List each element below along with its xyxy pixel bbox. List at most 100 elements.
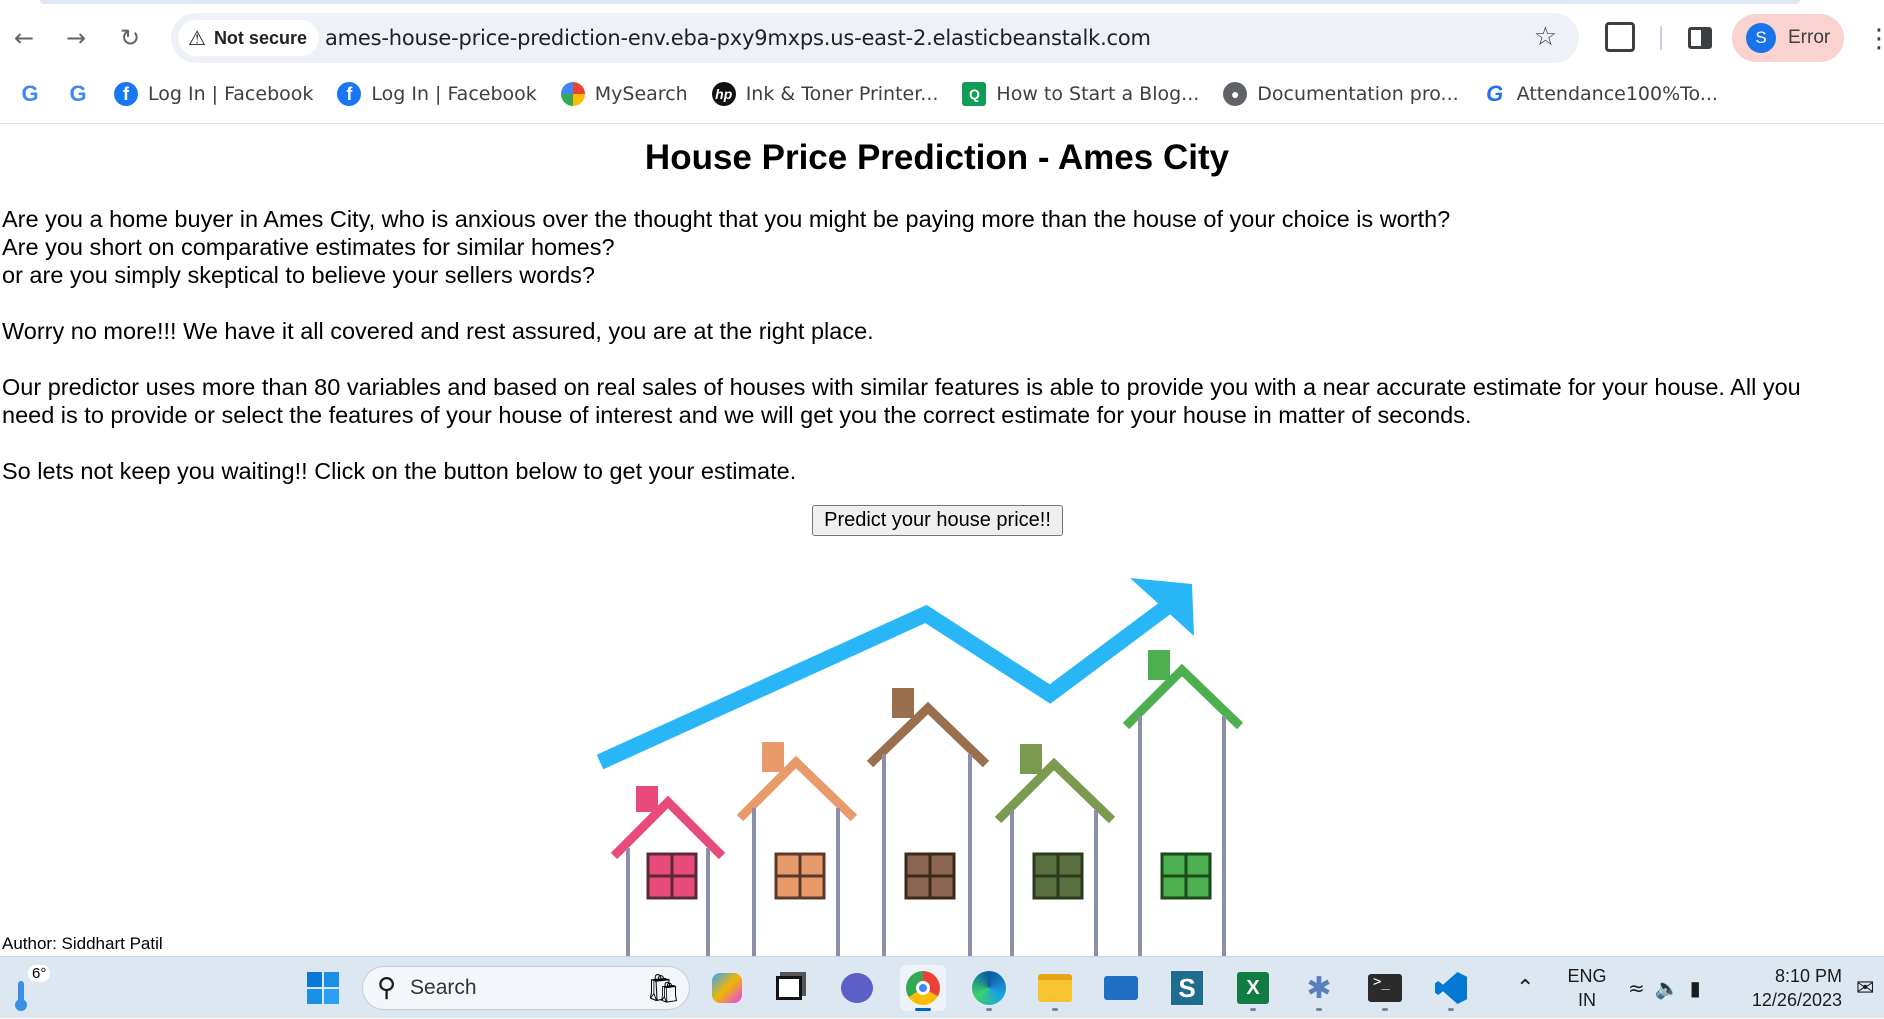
running-indicator bbox=[1052, 1008, 1058, 1011]
language-code: ENG bbox=[1567, 966, 1607, 986]
bookmark-label: Ink & Toner Printer... bbox=[745, 83, 939, 105]
taskbar-teams[interactable] bbox=[834, 965, 880, 1011]
side-panel-icon[interactable] bbox=[1688, 27, 1712, 49]
running-indicator bbox=[1316, 1008, 1322, 1011]
clock-date: 12/26/2023 bbox=[1751, 990, 1842, 1010]
bookmark-hp[interactable]: hp Ink & Toner Printer... bbox=[702, 76, 953, 112]
s-app-icon: S bbox=[1171, 971, 1203, 1005]
edge-icon bbox=[972, 971, 1006, 1005]
reload-icon[interactable]: ↻ bbox=[114, 22, 146, 54]
clock-time: 8:10 PM bbox=[1774, 966, 1842, 986]
profile-button[interactable]: S Error bbox=[1732, 14, 1844, 62]
intro-line: Are you a home buyer in Ames City, who i… bbox=[2, 206, 1451, 232]
bookmark-label: Attendance100%To... bbox=[1516, 83, 1718, 105]
facebook-icon: f bbox=[337, 82, 362, 106]
facebook-icon: f bbox=[114, 82, 138, 106]
mail-icon bbox=[1104, 976, 1138, 1000]
bookmark-label: Log In | Facebook bbox=[148, 83, 314, 105]
page-title: House Price Prediction - Ames City bbox=[644, 138, 1230, 177]
chrome-icon bbox=[906, 971, 940, 1005]
active-indicator bbox=[915, 1008, 931, 1011]
warning-icon: ⚠ bbox=[188, 26, 206, 50]
taskbar-tableau[interactable]: ✱ bbox=[1296, 965, 1342, 1011]
bookmark-label: MySearch bbox=[594, 83, 688, 105]
teams-chat-icon bbox=[841, 973, 873, 1003]
bookmark-facebook-1[interactable]: f Log In | Facebook bbox=[104, 76, 327, 112]
taskbar-copilot[interactable] bbox=[704, 965, 750, 1011]
taskbar-file-explorer[interactable] bbox=[1032, 965, 1078, 1011]
excel-icon: X bbox=[1237, 972, 1269, 1004]
windows-icon bbox=[307, 972, 339, 1004]
weather-temperature: 6° bbox=[28, 965, 51, 982]
address-bar[interactable]: ⚠ Not secure ames-house-price-prediction… bbox=[171, 13, 1579, 63]
search-label: Search bbox=[410, 976, 477, 999]
predict-button[interactable]: Predict your house price!! bbox=[812, 505, 1063, 536]
url-text[interactable]: ames-house-price-prediction-env.eba-pxy9… bbox=[325, 26, 1151, 50]
folder-icon bbox=[1038, 974, 1072, 1002]
clock[interactable]: 8:10 PM 12/26/2023 bbox=[1742, 957, 1842, 1019]
bookmark-google-1[interactable]: G bbox=[8, 76, 56, 112]
browser-chrome: ← → ↻ ⚠ Not secure ames-house-price-pred… bbox=[0, 0, 1884, 124]
bookmarks-bar: G G f Log In | Facebook f Log In | Faceboo… bbox=[0, 76, 1884, 112]
bookmark-blog[interactable]: Q How to Start a Blog... bbox=[952, 76, 1213, 112]
bookmark-star-icon[interactable]: ☆ bbox=[1534, 22, 1557, 52]
menu-kebab-icon[interactable]: ⋮ bbox=[1866, 24, 1884, 54]
taskbar-excel[interactable]: X bbox=[1230, 965, 1276, 1011]
bookmark-label: Documentation pro... bbox=[1257, 83, 1459, 105]
predictor-paragraph: Our predictor uses more than 80 variable… bbox=[2, 373, 1801, 429]
rising-arrow-line bbox=[596, 593, 1181, 770]
copilot-icon bbox=[712, 973, 742, 1003]
extensions-icon[interactable] bbox=[1605, 22, 1635, 52]
google-icon: G bbox=[21, 81, 39, 106]
volume-icon: 🔈 bbox=[1654, 976, 1680, 1000]
intro-line: Are you short on comparative estimates f… bbox=[2, 234, 615, 260]
taskbar-terminal[interactable]: >_ bbox=[1362, 965, 1408, 1011]
wifi-icon: ≈ bbox=[1628, 976, 1645, 1000]
weather-widget[interactable]: 6° bbox=[4, 963, 51, 1013]
bookmark-label: Log In | Facebook bbox=[371, 83, 537, 105]
gift-bags-icon: 🛍 bbox=[645, 972, 681, 1004]
profile-status-label: Error bbox=[1788, 27, 1831, 48]
bookmark-documentation[interactable]: ● Documentation pro... bbox=[1213, 76, 1472, 112]
taskbar-edge[interactable] bbox=[966, 965, 1012, 1011]
taskbar-chrome[interactable] bbox=[900, 965, 946, 1011]
forward-icon[interactable]: → bbox=[60, 22, 92, 54]
globe-icon: ● bbox=[1223, 82, 1248, 106]
show-hidden-icons-chevron-icon[interactable]: ⌃ bbox=[1516, 957, 1534, 1019]
task-view-icon bbox=[776, 976, 802, 1000]
taskbar: 6° ⚲ Search 🛍 S X ✱ >_ ⌃ ENG IN ≈ 🔈 ▮ 8:… bbox=[0, 956, 1884, 1018]
cta-paragraph: So lets not keep you waiting!! Click on … bbox=[2, 458, 797, 484]
start-button[interactable] bbox=[300, 965, 346, 1011]
toolbar-divider bbox=[1660, 26, 1662, 50]
reassure-paragraph: Worry no more!!! We have it all covered … bbox=[2, 318, 874, 344]
running-indicator bbox=[1448, 1008, 1454, 1011]
taskbar-task-view[interactable] bbox=[766, 965, 812, 1011]
taskbar-search[interactable]: ⚲ Search 🛍 bbox=[362, 966, 690, 1010]
language-indicator[interactable]: ENG IN bbox=[1562, 957, 1612, 1019]
battery-icon: ▮ bbox=[1689, 976, 1701, 1000]
tab-strip bbox=[40, 0, 1800, 4]
taskbar-app-s[interactable]: S bbox=[1164, 965, 1210, 1011]
security-chip[interactable]: ⚠ Not secure bbox=[178, 20, 319, 56]
notifications-icon[interactable]: ✉ bbox=[1856, 957, 1874, 1019]
system-tray-icons[interactable]: ≈ 🔈 ▮ bbox=[1628, 957, 1701, 1019]
page-content: House Price Prediction - Ames City Are y… bbox=[0, 124, 1884, 1014]
vscode-icon bbox=[1435, 972, 1467, 1004]
google-icon: G bbox=[69, 81, 87, 106]
running-indicator bbox=[1382, 1008, 1388, 1011]
mysearch-icon: o bbox=[560, 82, 585, 106]
running-indicator bbox=[986, 1008, 992, 1011]
author-credit: Author: Siddhart Patil bbox=[2, 934, 163, 953]
region-code: IN bbox=[1578, 990, 1596, 1010]
intro-paragraph: Are you a home buyer in Ames City, who i… bbox=[2, 205, 1450, 289]
bookmark-label: How to Start a Blog... bbox=[996, 83, 1200, 105]
bookmark-mysearch[interactable]: o MySearch bbox=[551, 76, 702, 112]
back-icon[interactable]: ← bbox=[8, 22, 40, 54]
taskbar-vscode[interactable] bbox=[1428, 965, 1474, 1011]
taskbar-mail[interactable] bbox=[1098, 965, 1144, 1011]
bookmark-attendance[interactable]: G Attendance100%To... bbox=[1473, 76, 1732, 112]
bookmark-facebook-2[interactable]: f Log In | Facebook bbox=[327, 76, 550, 112]
bookmark-google-2[interactable]: G bbox=[56, 76, 104, 112]
running-indicator bbox=[1250, 1008, 1256, 1011]
blog-icon: Q bbox=[962, 82, 987, 106]
